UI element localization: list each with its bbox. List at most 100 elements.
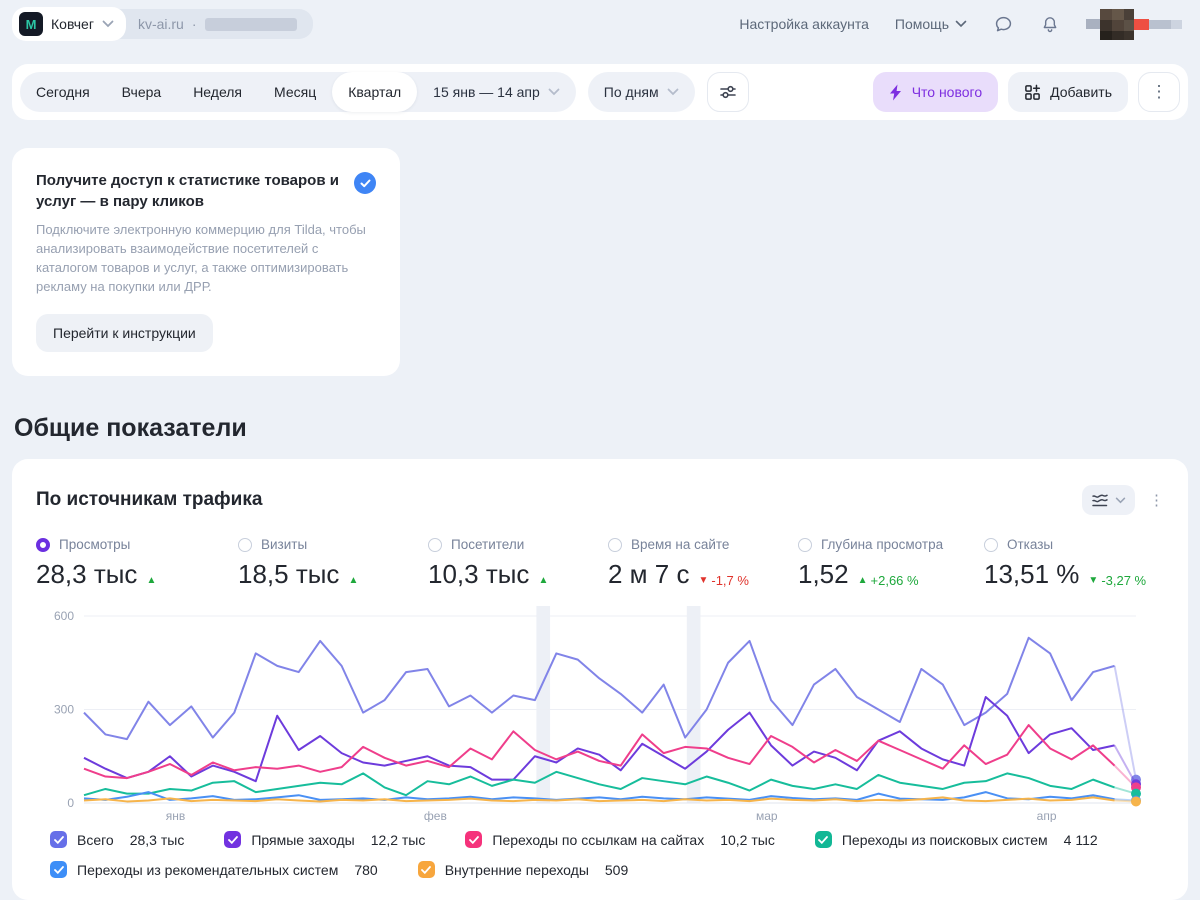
metric-label: Время на сайте [631, 537, 730, 553]
trend-down-icon: ▼ [698, 575, 709, 587]
metric-bounce-rate[interactable]: Отказы 13,51 % ▼ -3,27 % [984, 537, 1164, 590]
section-title: Общие показатели [14, 414, 247, 443]
help-menu[interactable]: Помощь [895, 16, 967, 32]
line-chart-type-icon [1091, 492, 1109, 508]
account-settings-link[interactable]: Настройка аккаунта [739, 16, 869, 32]
traffic-line-chart[interactable]: 0 300 600 янв фев мар апр [36, 604, 1164, 827]
widget-more-menu-button[interactable]: ⋮ [1149, 493, 1164, 508]
metric-value: 18,5 тыс [238, 559, 340, 590]
metric-tiles: Просмотры 28,3 тыс ▲ Визиты 18,5 тыс ▲ Пос… [36, 537, 1164, 590]
legend-item-recommendations[interactable]: Переходы из рекомендательных систем 780 [50, 861, 378, 879]
legend-value: 780 [354, 861, 378, 878]
segments-filter-button[interactable] [706, 72, 749, 112]
granularity-selector[interactable]: По дням [587, 72, 695, 112]
sliders-filter-icon [719, 83, 737, 101]
metric-visitors[interactable]: Посетители 10,3 тыс ▲ [428, 537, 608, 590]
period-today[interactable]: Сегодня [20, 72, 106, 112]
legend-item-search[interactable]: Переходы из поисковых систем 4 112 [814, 831, 1098, 849]
counter-pill[interactable]: M Ковчег [12, 7, 126, 41]
chevron-down-icon [955, 20, 967, 28]
legend-checkbox-icon[interactable] [465, 831, 483, 849]
radio-selected-icon[interactable] [36, 537, 50, 552]
help-label: Помощь [894, 16, 949, 32]
legend-label: Переходы из поисковых систем [841, 831, 1048, 848]
whats-new-label: Что нового [911, 84, 983, 100]
legend-item-internal[interactable]: Внутренние переходы 509 [417, 861, 628, 879]
period-month[interactable]: Месяц [258, 72, 332, 112]
legend-label: Прямые заходы [251, 831, 355, 848]
legend-label: Переходы из рекомендательных систем [77, 861, 339, 878]
legend-checkbox-icon[interactable] [224, 831, 242, 849]
chevron-down-icon [1115, 497, 1126, 504]
svg-text:мар: мар [756, 809, 778, 822]
svg-text:фев: фев [424, 809, 447, 822]
radio-icon[interactable] [798, 537, 812, 552]
add-widget-button[interactable]: Добавить [1008, 72, 1128, 112]
check-circle-icon[interactable] [354, 172, 376, 194]
metric-views[interactable]: Просмотры 28,3 тыс ▲ [36, 537, 238, 590]
metric-value: 10,3 тыс [428, 559, 530, 590]
counter-site-url: kv-ai.ru [137, 16, 184, 32]
granularity-label: По дням [603, 84, 659, 100]
traffic-sources-widget: По источникам трафика ⋮ Просмотры 28,3 т… [12, 459, 1188, 900]
legend-value: 4 112 [1063, 831, 1098, 848]
legend-label: Всего [77, 831, 114, 848]
svg-text:0: 0 [67, 796, 74, 810]
metric-value: 28,3 тыс [36, 559, 138, 590]
legend-checkbox-icon[interactable] [417, 861, 435, 879]
legend-value: 28,3 тыс [129, 831, 185, 848]
legend-value: 10,2 тыс [720, 831, 775, 848]
legend-checkbox-icon[interactable] [50, 831, 67, 849]
metric-value: 1,52 [798, 559, 849, 590]
metric-value: 2 м 7 с [608, 559, 690, 590]
metric-time-on-site[interactable]: Время на сайте 2 м 7 с ▼ -1,7 % [608, 537, 798, 590]
promo-instruction-button[interactable]: Перейти к инструкции [36, 314, 213, 353]
period-yesterday[interactable]: Вчера [106, 72, 178, 112]
radio-icon[interactable] [608, 537, 622, 552]
notifications-bell-icon[interactable] [1040, 14, 1060, 35]
grid-plus-icon [1024, 84, 1041, 101]
metric-delta: -1,7 % [711, 573, 749, 589]
radio-icon[interactable] [238, 537, 252, 552]
feedback-chat-icon[interactable] [993, 14, 1014, 35]
date-range-selector[interactable]: 15 янв — 14 апр [417, 84, 576, 100]
radio-icon[interactable] [984, 537, 998, 552]
traffic-chart-svg: 0 300 600 янв фев мар апр [54, 606, 1141, 823]
legend-checkbox-icon[interactable] [814, 831, 832, 849]
chevron-down-icon [102, 20, 114, 28]
legend-label: Внутренние переходы [444, 861, 589, 878]
filter-toolbar: Сегодня Вчера Неделя Месяц Квартал 15 ян… [12, 64, 1188, 120]
counter-site-pill[interactable]: kv-ai.ru · [111, 9, 313, 39]
metric-label: Отказы [1007, 537, 1054, 553]
ecommerce-promo-card: Получите доступ к статистике товаров и у… [12, 148, 400, 377]
separator-dot: · [191, 16, 197, 32]
counter-switcher[interactable]: M Ковчег kv-ai.ru · [12, 7, 313, 41]
legend-item-site-links[interactable]: Переходы по ссылкам на сайтах 10,2 тыс [465, 831, 775, 849]
add-label: Добавить [1050, 84, 1112, 100]
metric-visits[interactable]: Визиты 18,5 тыс ▲ [238, 537, 428, 590]
period-week[interactable]: Неделя [177, 72, 258, 112]
trend-up-icon: ▲ [146, 575, 157, 587]
period-quarter[interactable]: Квартал [332, 72, 418, 112]
legend-item-total[interactable]: Всего 28,3 тыс [50, 831, 185, 849]
whats-new-button[interactable]: Что нового [872, 72, 999, 112]
metric-page-depth[interactable]: Глубина просмотра 1,52 ▲ +2,66 % [798, 537, 984, 590]
toolbar-more-menu-button[interactable]: ⋮ [1138, 72, 1180, 112]
lightning-bolt-icon [889, 84, 903, 101]
blurred-counter-id [204, 17, 297, 31]
chevron-down-icon [548, 88, 560, 96]
trend-up-icon: ▲ [857, 575, 868, 587]
user-avatar[interactable] [1086, 7, 1182, 41]
promo-title: Получите доступ к статистике товаров и у… [36, 172, 339, 210]
promo-description: Подключите электронную коммерцию для Til… [36, 222, 366, 294]
top-header: M Ковчег kv-ai.ru · Настройка аккаунта П… [0, 0, 1200, 48]
legend-checkbox-icon[interactable] [50, 861, 67, 879]
radio-icon[interactable] [428, 537, 442, 552]
svg-text:300: 300 [54, 703, 74, 717]
svg-text:600: 600 [54, 609, 74, 623]
trend-up-icon: ▲ [538, 575, 549, 587]
legend-item-direct[interactable]: Прямые заходы 12,2 тыс [224, 831, 425, 849]
chart-legend: Всего 28,3 тыс Прямые заходы 12,2 тыс Пе… [36, 831, 1164, 879]
chart-type-selector[interactable] [1082, 485, 1135, 516]
svg-text:янв: янв [166, 809, 186, 822]
